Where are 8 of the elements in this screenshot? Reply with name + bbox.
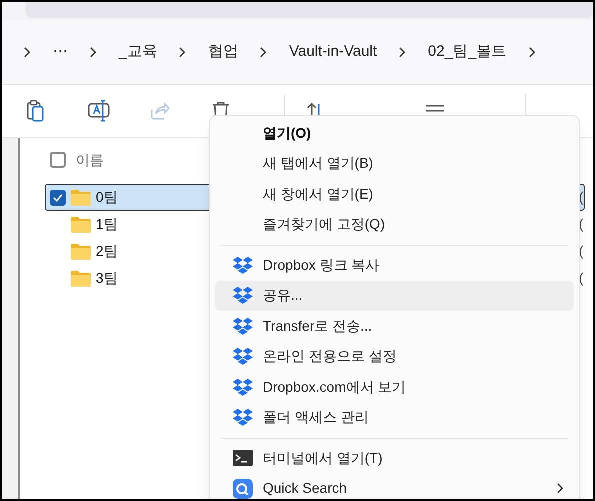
file-name: 1팀 [96, 215, 118, 234]
table-cell-text: ( [579, 242, 584, 261]
file-name: 3팀 [96, 269, 118, 288]
table-cell-text: ( [579, 269, 584, 288]
file-name: 2팀 [96, 242, 118, 261]
table-cell-text: ( [579, 215, 584, 234]
file-name: 0팀 [96, 188, 118, 207]
table-cell-text: ( [579, 188, 584, 207]
